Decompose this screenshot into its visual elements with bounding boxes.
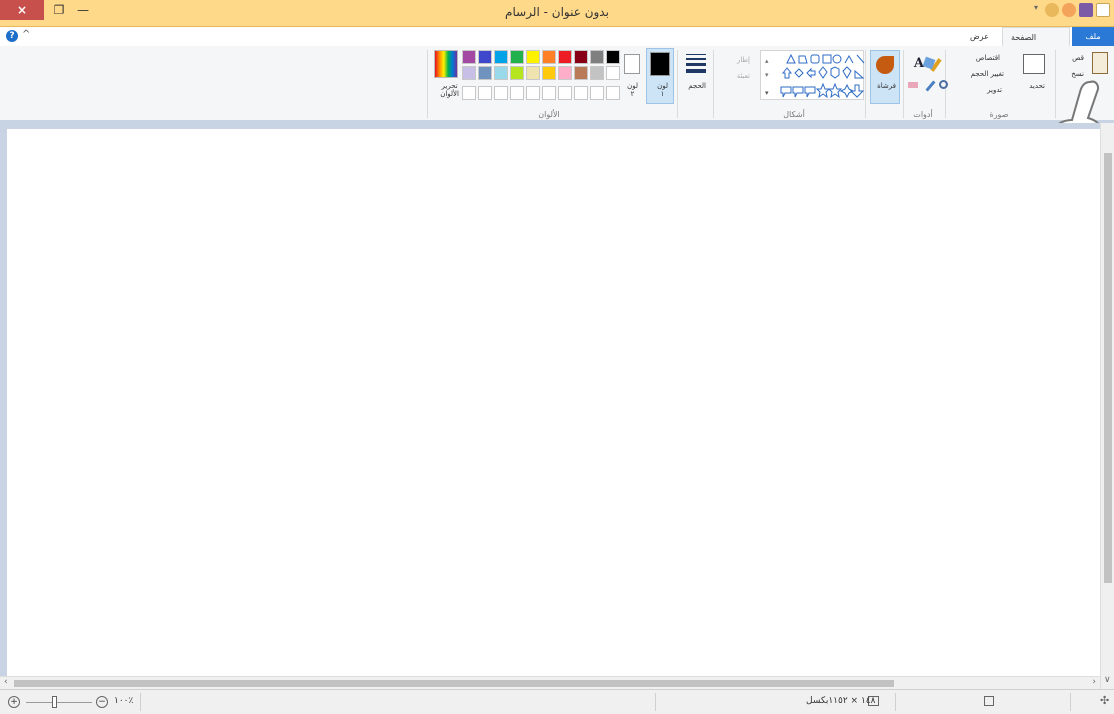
undo-icon[interactable] (1062, 3, 1076, 17)
redo-icon[interactable] (1045, 3, 1059, 17)
paint-window: × ❐ — بدون عنوان - الرسام ▾ ملف الصفحة ا… (0, 0, 1114, 714)
palette-swatch[interactable] (558, 66, 572, 80)
canvas-workspace (0, 123, 1114, 689)
palette-swatch[interactable] (590, 50, 604, 64)
zoom-level: ١٠٠٪ (114, 696, 134, 706)
palette-swatch[interactable] (558, 50, 572, 64)
brushes-label: فرشاة (877, 82, 896, 90)
custom-color-slot[interactable] (526, 86, 540, 100)
color1-swatch (650, 52, 670, 76)
size-label: الحجم (688, 82, 706, 90)
vertical-scroll-thumb[interactable] (1104, 153, 1112, 583)
color2-label: لون ٢ (627, 82, 638, 98)
palette-swatch[interactable] (494, 66, 508, 80)
palette-swatch[interactable] (494, 50, 508, 64)
collapse-ribbon-icon[interactable]: ^ (22, 29, 30, 40)
palette-swatch[interactable] (574, 50, 588, 64)
shape-fill-button[interactable]: تعبئة (737, 72, 750, 80)
status-bar: + − ١٠٠٪ ١٤٨ × ١١٥٢بكسل ✣ (0, 689, 1114, 714)
customize-qat-icon[interactable]: ▾ (1034, 3, 1042, 17)
palette-swatch[interactable] (590, 66, 604, 80)
size-icon (686, 54, 706, 55)
custom-color-slot[interactable] (478, 86, 492, 100)
edit-colors-label: تحرير الألوان (440, 82, 459, 98)
paint-app-icon (1096, 3, 1110, 17)
palette-swatch[interactable] (478, 66, 492, 80)
select-icon[interactable] (1023, 54, 1045, 74)
ribbon: قص نسخ تحديد اقتصاص تغيير الحجم تدوير صو… (0, 46, 1114, 123)
drawing-canvas[interactable] (7, 129, 1100, 681)
horizontal-scrollbar[interactable]: ‹ › (0, 676, 1100, 689)
size-button[interactable] (682, 50, 710, 104)
crop-button[interactable]: اقتصاص (976, 54, 1000, 62)
title-bar: × ❐ — بدون عنوان - الرسام ▾ (0, 0, 1114, 27)
eraser-tool-icon[interactable] (908, 82, 918, 88)
custom-color-slot[interactable] (574, 86, 588, 100)
tab-file[interactable]: ملف (1072, 27, 1114, 46)
color-picker-icon[interactable] (925, 80, 936, 92)
palette-swatch[interactable] (542, 66, 556, 80)
custom-color-slot[interactable] (542, 86, 556, 100)
paste-button[interactable] (1092, 52, 1108, 74)
svg-text:▾: ▾ (765, 71, 769, 79)
shape-icons: ▴ ▾ ▾ (765, 53, 865, 99)
edit-colors-button[interactable] (434, 50, 458, 78)
save-icon[interactable] (1079, 3, 1093, 17)
zoom-slider-thumb[interactable] (52, 696, 57, 708)
zoom-in-icon[interactable]: + (8, 696, 20, 708)
shape-outline-button[interactable]: إطار (737, 56, 750, 64)
scroll-right-icon[interactable]: › (1092, 677, 1096, 687)
custom-color-slot[interactable] (590, 86, 604, 100)
custom-color-slot[interactable] (558, 86, 572, 100)
custom-color-slot[interactable] (510, 86, 524, 100)
palette-swatch[interactable] (526, 66, 540, 80)
cut-button[interactable]: قص (1072, 54, 1084, 62)
zoom-out-icon[interactable]: − (96, 696, 108, 708)
color1-label: لون ١ (657, 82, 668, 98)
copy-button[interactable]: نسخ (1071, 70, 1084, 78)
brush-icon (876, 56, 894, 74)
scroll-down-icon[interactable]: ∨ (1104, 675, 1111, 685)
palette-swatch[interactable] (462, 50, 476, 64)
palette-swatch[interactable] (526, 50, 540, 64)
ribbon-tab-row: ملف الصفحة الرئيسية عرض (0, 27, 1114, 61)
svg-text:▾: ▾ (765, 89, 769, 97)
canvas-dimensions: ١٤٨ × ١١٥٢بكسل (806, 696, 876, 706)
custom-color-slot[interactable] (606, 86, 620, 100)
shapes-gallery[interactable]: ▴ ▾ ▾ (760, 50, 865, 100)
colors-group-label: الألوان (538, 110, 560, 119)
tab-view[interactable]: عرض (962, 27, 1002, 46)
rotate-button[interactable]: تدوير (987, 86, 1002, 94)
svg-text:▴: ▴ (765, 57, 769, 65)
shapes-group-label: أشكال (783, 110, 805, 119)
palette-swatch[interactable] (510, 66, 524, 80)
palette-swatch[interactable] (462, 66, 476, 80)
palette-swatch[interactable] (478, 50, 492, 64)
selection-size-icon (984, 696, 994, 706)
palette-swatch[interactable] (606, 50, 620, 64)
palette-swatch[interactable] (574, 66, 588, 80)
color2-button[interactable] (624, 54, 640, 74)
horizontal-scroll-thumb[interactable] (14, 680, 894, 687)
resize-button[interactable]: تغيير الحجم (971, 70, 1004, 78)
window-title: بدون عنوان - الرسام (505, 5, 609, 19)
zoom-slider-track[interactable] (26, 702, 92, 703)
help-icon[interactable]: ? (6, 30, 18, 42)
quick-access-toolbar: ▾ (1034, 3, 1110, 17)
scroll-left-icon[interactable]: ‹ (4, 677, 8, 687)
palette-swatch[interactable] (606, 66, 620, 80)
image-group-label: صورة (989, 110, 1009, 119)
custom-color-slot[interactable] (462, 86, 476, 100)
tools-group-label: أدوات (913, 110, 933, 119)
tab-home[interactable]: الصفحة الرئيسية (1002, 27, 1070, 61)
custom-color-slot[interactable] (494, 86, 508, 100)
magnifier-icon[interactable] (939, 80, 948, 89)
palette-swatch[interactable] (542, 50, 556, 64)
vertical-scrollbar[interactable]: ∨ (1100, 123, 1114, 689)
cursor-position-icon: ✣ (1100, 694, 1110, 707)
palette-swatch[interactable] (510, 50, 524, 64)
